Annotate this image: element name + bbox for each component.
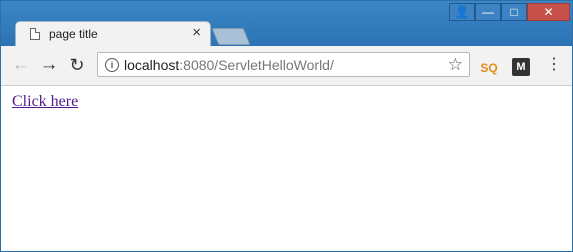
document-icon bbox=[30, 28, 40, 40]
browser-window: page title × 👤 — □ ✕ ← → ↻ i localhost:8… bbox=[0, 0, 573, 252]
user-profile-button[interactable]: 👤 bbox=[449, 3, 475, 21]
url-text[interactable]: localhost:8080/ServletHelloWorld/ bbox=[124, 57, 334, 73]
url-host: localhost bbox=[124, 57, 180, 73]
close-window-button[interactable]: ✕ bbox=[527, 3, 570, 21]
title-bar: page title × 👤 — □ ✕ bbox=[1, 1, 572, 46]
browser-toolbar: ← → ↻ i localhost:8080/ServletHelloWorld… bbox=[1, 46, 572, 86]
url-path: :8080/ServletHelloWorld/ bbox=[179, 57, 334, 73]
maximize-button[interactable]: □ bbox=[501, 3, 527, 21]
minimize-button[interactable]: — bbox=[475, 3, 501, 21]
browser-menu-icon[interactable]: ⋮ bbox=[546, 56, 562, 76]
extension-sq-icon[interactable]: SQ bbox=[480, 59, 498, 77]
new-tab-button[interactable] bbox=[211, 28, 251, 45]
page-content: Click here bbox=[1, 86, 572, 251]
address-bar[interactable]: i localhost:8080/ServletHelloWorld/ ☆ bbox=[97, 52, 470, 77]
extension-m-icon[interactable]: M bbox=[512, 58, 530, 76]
browser-tab[interactable]: page title × bbox=[15, 21, 211, 46]
info-icon[interactable]: i bbox=[105, 58, 119, 72]
back-button[interactable]: ← bbox=[10, 54, 32, 76]
click-here-link[interactable]: Click here bbox=[12, 93, 78, 111]
close-tab-button[interactable]: × bbox=[192, 25, 201, 41]
reload-button[interactable]: ↻ bbox=[66, 54, 88, 76]
bookmark-star-icon[interactable]: ☆ bbox=[448, 55, 463, 75]
window-controls: 👤 — □ ✕ bbox=[449, 3, 570, 22]
tab-title: page title bbox=[49, 27, 98, 41]
forward-button[interactable]: → bbox=[38, 54, 60, 76]
